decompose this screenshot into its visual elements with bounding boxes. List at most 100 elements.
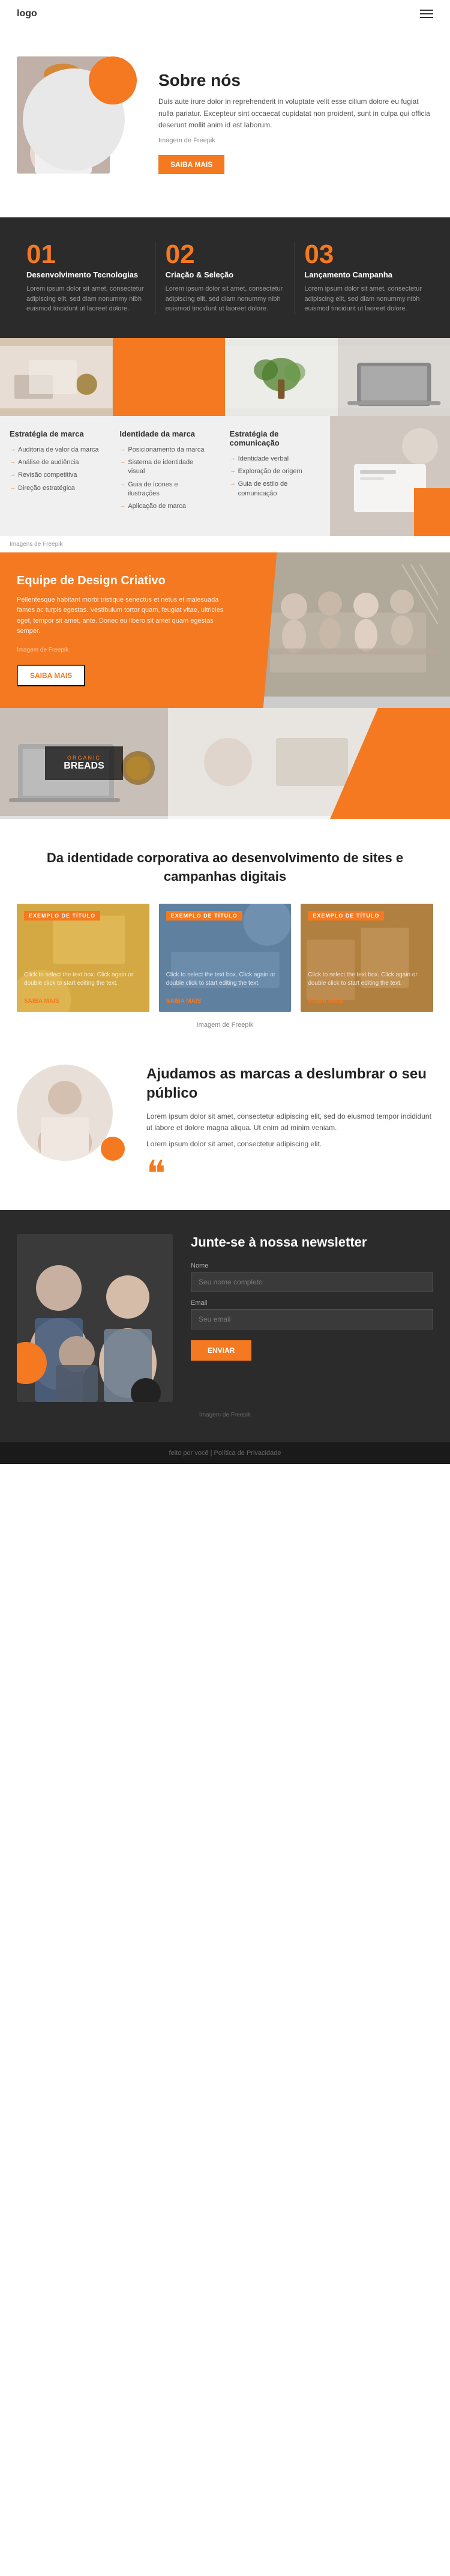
feature-3-item-1: Identidade verbal (230, 455, 320, 464)
step-1-number: 01 (26, 241, 146, 268)
feature-3-item-2: Exploração de origem (230, 467, 320, 476)
step-1-desc: Lorem ipsum dolor sit amet, consectetur … (26, 284, 146, 314)
feature-2-item-3: Guia de ícones e ilustrações (119, 480, 210, 499)
feature-col-2: Identidade da marca Posicionamento da ma… (110, 416, 220, 536)
newsletter-inner: Junte-se à nossa newsletter Nome Email E… (17, 1234, 433, 1402)
newsletter-title: Junte-se à nossa newsletter (191, 1234, 433, 1251)
newsletter-people-box (17, 1234, 173, 1402)
card-2-desc: Click to select the text box. Click agai… (166, 971, 284, 988)
newsletter-section: Junte-se à nossa newsletter Nome Email E… (0, 1210, 450, 1442)
feature-3-title: Estratégia de comunicação (230, 429, 320, 447)
steps-section: 01 Desenvolvimento Tecnologias Lorem ips… (0, 217, 450, 338)
features-orange-accent (414, 488, 450, 536)
features-section: Estratégia de marca Auditoria de valor d… (0, 416, 450, 536)
about-image (17, 56, 137, 189)
card-2-badge: EXEMPLO DE TÍTULO (166, 911, 242, 921)
creative-credit: Imagem de Freepik (17, 646, 229, 655)
name-input[interactable] (191, 1272, 433, 1292)
step-2-number: 02 (166, 241, 285, 268)
organic-section: ORGANIC BREADS (0, 708, 450, 819)
card-3-link[interactable]: SAIBA MAIS (301, 995, 433, 1012)
feature-1-item-4: Direção estratégica (10, 484, 100, 493)
feature-col-1: Estratégia de marca Auditoria de valor d… (0, 416, 110, 536)
feature-2-item-4: Aplicação de marca (119, 502, 210, 511)
card-1-desc: Click to select the text box. Click agai… (24, 971, 142, 988)
brands-image-wrap (17, 1065, 125, 1161)
steps-img-1 (0, 338, 113, 416)
identity-cards-row: EXEMPLO DE TÍTULO Click to select the te… (17, 904, 433, 1012)
feature-2-item-2: Sistema de identidade visual (119, 458, 210, 477)
feature-1-item-2: Análise de audiência (10, 458, 100, 467)
card-3-content: Click to select the text box. Click agai… (301, 964, 433, 995)
about-credit: Imagem de Freepik (158, 136, 433, 147)
feature-2-title: Identidade da marca (119, 429, 210, 438)
about-title: Sobre nós (158, 71, 433, 90)
organic-badge: ORGANIC BREADS (45, 746, 123, 780)
steps-img-3 (338, 338, 450, 416)
newsletter-submit-btn[interactable]: ENVIAR (191, 1340, 251, 1361)
identity-card-2: EXEMPLO DE TÍTULO Click to select the te… (159, 904, 292, 1012)
card-3-link-text[interactable]: SAIBA MAIS (308, 998, 343, 1005)
footer: feito por você | Política de Privacidade (0, 1442, 450, 1464)
feature-2-item-1: Posicionamento da marca (119, 446, 210, 455)
form-group-email: Email (191, 1299, 433, 1329)
hamburger[interactable] (420, 10, 433, 18)
identity-card-3: EXEMPLO DE TÍTULO Click to select the te… (301, 904, 433, 1012)
card-2-link[interactable]: SAIBA MAIS (159, 995, 292, 1012)
footer-text: feito por você | Política de Privacidade (169, 1450, 281, 1457)
feature-1-item-1: Auditoria de valor da marca (10, 446, 100, 455)
card-2-content: Click to select the text box. Click agai… (159, 964, 292, 995)
card-2-link-text[interactable]: SAIBA MAIS (166, 998, 202, 1005)
brands-title: Ajudamos as marcas a deslumbrar o seu pú… (146, 1065, 433, 1102)
form-group-name: Nome (191, 1262, 433, 1292)
feature-3-item-3: Guia de estilo de comunicação (230, 480, 320, 498)
organic-right (168, 708, 450, 819)
feature-1-list: Auditoria de valor da marca Análise de a… (10, 446, 100, 494)
organic-badge-main: BREADS (55, 761, 113, 772)
name-label: Nome (191, 1262, 433, 1269)
email-label: Email (191, 1299, 433, 1307)
creative-body: Pellentesque habitant morbi tristique se… (17, 595, 229, 637)
card-1-link-text[interactable]: SAIBA MAIS (24, 998, 59, 1005)
email-input[interactable] (191, 1309, 433, 1329)
identity-title: Da identidade corporativa ao desenvolvim… (17, 849, 433, 886)
creative-btn[interactable]: SAIBA MAIS (17, 665, 85, 686)
about-body: Duis aute irure dolor in reprehenderit i… (158, 96, 433, 131)
feature-1-item-3: Revisão competitiva (10, 471, 100, 480)
step-1: 01 Desenvolvimento Tecnologias Lorem ips… (17, 241, 156, 314)
identity-credit: Imagem de Freepik (17, 1021, 433, 1029)
step-3-desc: Lorem ipsum dolor sit amet, consectetur … (304, 284, 424, 314)
brands-body-1: Lorem ipsum dolor sit amet, consectetur … (146, 1111, 433, 1134)
nav-logo[interactable]: logo (17, 8, 37, 19)
step-3: 03 Lançamento Campanha Lorem ipsum dolor… (295, 241, 433, 314)
newsletter-image (17, 1234, 173, 1402)
creative-section: Equipe de Design Criativo Pellentesque h… (0, 552, 450, 708)
identity-card-1: EXEMPLO DE TÍTULO Click to select the te… (17, 904, 149, 1012)
brands-circle (17, 1065, 113, 1161)
brands-body-2: Lorem ipsum dolor sit amet, consectetur … (146, 1138, 433, 1150)
step-2: 02 Criação & Seleção Lorem ipsum dolor s… (156, 241, 295, 314)
card-1-badge: EXEMPLO DE TÍTULO (24, 911, 100, 921)
step-3-title: Lançamento Campanha (304, 270, 424, 279)
organic-left: ORGANIC BREADS (0, 708, 168, 819)
about-section: Sobre nós Duis aute irure dolor in repre… (0, 28, 450, 217)
feature-1-title: Estratégia de marca (10, 429, 100, 438)
feature-2-list: Posicionamento da marca Sistema de ident… (119, 446, 210, 512)
card-3-badge: EXEMPLO DE TÍTULO (308, 911, 384, 921)
quote-icon: ❝ (146, 1156, 433, 1192)
navigation: logo (0, 0, 450, 28)
card-1-link[interactable]: SAIBA MAIS (17, 995, 149, 1012)
features-image-side (330, 416, 450, 536)
newsletter-form-wrap: Junte-se à nossa newsletter Nome Email E… (191, 1234, 433, 1361)
creative-diag-lines (402, 564, 438, 627)
organic-badge-title: ORGANIC (55, 755, 113, 761)
brands-section: Ajudamos as marcas a deslumbrar o seu pú… (0, 1047, 450, 1210)
about-btn[interactable]: SAIBA MAIS (158, 155, 224, 174)
about-orange-circle (89, 56, 137, 104)
about-content: Sobre nós Duis aute irure dolor in repre… (158, 71, 433, 174)
step-2-title: Criação & Seleção (166, 270, 285, 279)
creative-title: Equipe de Design Criativo (17, 574, 229, 588)
newsletter-credit: Imagem de Freepik (17, 1412, 433, 1418)
step-1-title: Desenvolvimento Tecnologias (26, 270, 146, 279)
card-1-content: Click to select the text box. Click agai… (17, 964, 149, 995)
